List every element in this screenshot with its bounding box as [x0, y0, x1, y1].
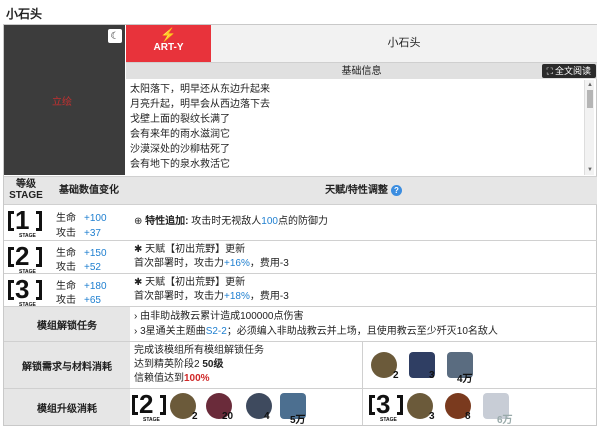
stage-cell: 2 STAGE: [4, 241, 48, 275]
upgrade-stage-3: 3 STAGE 3 8 6万: [363, 389, 597, 426]
help-icon[interactable]: ?: [390, 185, 402, 196]
unlock-tasks: › 由非助战教云累计造成100000点伤害 › 3星通关主题曲S2-2；必须编入…: [134, 311, 498, 337]
page-title: 小石头: [6, 7, 43, 21]
stage-row: 2 STAGE 生命 +150 攻击 +52 ✱ 天赋【初出荒野】更新 首次部署时，攻…: [4, 240, 597, 275]
poem-line: 月亮升起，明早会从西边落下去: [130, 99, 270, 110]
fulltext-button[interactable]: ⛶ 全文阅读: [541, 64, 596, 78]
poem-line: 会有地下的泉水救活它: [130, 159, 230, 170]
stats-header: 基础数值变化: [48, 177, 130, 204]
requirements-label: 解锁需求与材料消耗: [4, 342, 130, 388]
stats-cell: 生命 +100 攻击 +37: [56, 213, 107, 239]
class-tag-label: ART-Y: [153, 42, 184, 53]
talent-cell: ✱ 天赋【初出荒野】更新 首次部署时，攻击力+18%，费用-3: [134, 277, 289, 302]
portrait-alt-text: 立绘: [52, 97, 72, 108]
poem-line: 沙漠深处的沙柳枯死了: [130, 144, 230, 155]
poem-line: 戈壁上面的裂纹长满了: [130, 114, 230, 125]
info-header: 基础信息: [126, 62, 597, 79]
stage-1-badge: 1 STAGE: [8, 205, 42, 239]
expand-icon: ⛶: [546, 66, 553, 76]
scroll-up-icon[interactable]: ▲: [586, 81, 594, 89]
stage-row: 3 STAGE 生命 +180 攻击 +65 ✱ 天赋【初出荒野】更新 首次部署时，攻…: [4, 273, 597, 308]
poem-line: 会有来年的雨水滋润它: [130, 129, 230, 140]
chevron-right-icon: ›: [134, 311, 138, 322]
poem-line: 太阳落下，明早还从东边升起来: [130, 84, 270, 95]
stats-cell: 生命 +180 攻击 +65: [56, 281, 107, 306]
info-scrollbar[interactable]: ▲ ▼: [584, 80, 594, 175]
stage-cell: 1 STAGE: [4, 205, 48, 240]
upgrade-row: 模组升级消耗 2 STAGE 2 20 4 5万 3 STAGE 3 8 6万: [4, 388, 597, 426]
stage-2-badge: 2 STAGE: [8, 241, 42, 275]
stage-3-badge: 3 STAGE: [369, 389, 403, 423]
operator-portrait: 立绘: [4, 25, 125, 175]
scroll-down-icon[interactable]: ▼: [586, 166, 594, 174]
unlock-label: 模组解锁任务: [4, 307, 130, 341]
moon-icon: ☾: [108, 29, 122, 43]
talent-header-label: 天赋/特性调整: [325, 185, 388, 196]
requirements-row: 解锁需求与材料消耗 完成该模组所有模组解锁任务 达到精英阶段2 50级 信赖值达…: [4, 341, 597, 388]
operator-name: 小石头: [211, 25, 597, 62]
table-header-row: 等级 STAGE 基础数值变化 天赋/特性调整?: [4, 176, 597, 204]
class-tag: ⚡ ART-Y: [126, 25, 211, 62]
module-emblem-icon: ⚡: [160, 27, 177, 42]
stats-cell: 生命 +150 攻击 +52: [56, 248, 107, 273]
requirements-text: 完成该模组所有模组解锁任务 达到精英阶段2 50级 信赖值达到100%: [130, 342, 363, 388]
asterisk-icon: ✱: [134, 244, 143, 255]
info-text: 太阳落下，明早还从东边升起来 月亮升起，明早会从西边落下去 戈壁上面的裂纹长满了…: [126, 80, 582, 175]
stage-row: 1 STAGE 生命 +100 攻击 +37 ⊕ 特性追加: 攻击时无视敌人100点的…: [4, 204, 597, 240]
stage-3-badge: 3 STAGE: [8, 274, 42, 308]
fulltext-button-label: 全文阅读: [554, 66, 591, 76]
talent-cell: ✱ 天赋【初出荒野】更新 首次部署时，攻击力+16%，费用-3: [134, 244, 289, 269]
plus-icon: ⊕: [134, 216, 143, 227]
asterisk-icon: ✱: [134, 277, 143, 288]
upgrade-stage-2: 2 STAGE 2 20 4 5万: [130, 389, 363, 426]
requirement-items: 2 3 4万: [363, 342, 597, 388]
scroll-thumb[interactable]: [587, 90, 593, 108]
talent-header: 天赋/特性调整?: [130, 177, 597, 204]
upgrade-label: 模组升级消耗: [4, 389, 130, 425]
talent-cell: ⊕ 特性追加: 攻击时无视敌人100点的防御力: [134, 216, 328, 227]
stage-2-badge: 2 STAGE: [132, 389, 166, 423]
stage-cell: 3 STAGE: [4, 274, 48, 308]
unlock-row: 模组解锁任务 › 由非助战教云累计造成100000点伤害 › 3星通关主题曲S2…: [4, 306, 597, 341]
stage-header: 等级 STAGE: [4, 177, 48, 204]
chevron-right-icon: ›: [134, 326, 138, 337]
